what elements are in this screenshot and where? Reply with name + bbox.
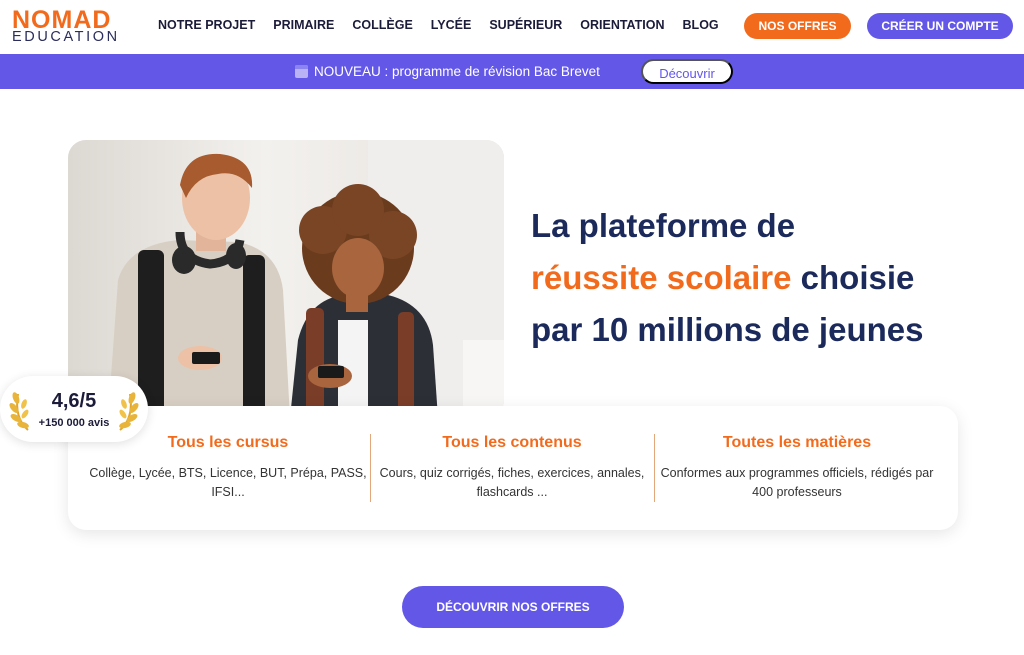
logo-subtitle: EDUCATION — [12, 29, 120, 45]
calendar-icon — [295, 65, 308, 78]
banner-text: NOUVEAU : programme de révision Bac Brev… — [314, 64, 600, 79]
feature-contenus: Tous les contenus Cours, quiz corrigés, … — [372, 434, 652, 502]
nos-offres-button[interactable]: NOS OFFRES — [744, 13, 851, 39]
rating-badge: 4,6/5 +150 000 avis — [0, 376, 148, 442]
site-header: NOMAD EDUCATION NOTRE PROJET PRIMAIRE CO… — [0, 0, 1024, 54]
nav-item-blog[interactable]: BLOG — [683, 18, 719, 32]
hero-title-line2: choisie — [791, 259, 915, 296]
hero-title: La plateforme de réussite scolaire chois… — [531, 200, 1001, 356]
feature-cursus: Tous les cursus Collège, Lycée, BTS, Lic… — [88, 434, 368, 502]
laurel-left-icon — [9, 392, 29, 431]
divider — [370, 434, 371, 502]
feature-title: Tous les contenus — [442, 434, 582, 451]
divider — [654, 434, 655, 502]
hero-image — [68, 140, 504, 418]
nav-item-college[interactable]: COLLÈGE — [352, 18, 412, 32]
creer-compte-button[interactable]: CRÉER UN COMPTE — [867, 13, 1013, 39]
decouvrir-nos-offres-button[interactable]: DÉCOUVRIR NOS OFFRES — [402, 586, 624, 628]
nav-item-superieur[interactable]: SUPÉRIEUR — [489, 18, 562, 32]
main-nav: NOTRE PROJET PRIMAIRE COLLÈGE LYCÉE SUPÉ… — [158, 18, 737, 32]
nav-item-orientation[interactable]: ORIENTATION — [580, 18, 664, 32]
announcement-banner: NOUVEAU : programme de révision Bac Brev… — [0, 54, 1024, 89]
decouvrir-button[interactable]: Découvrir — [641, 59, 733, 84]
nav-item-lycee[interactable]: LYCÉE — [431, 18, 472, 32]
feature-matieres: Toutes les matières Conformes aux progra… — [657, 434, 937, 502]
hero-title-line3: par 10 millions de jeunes — [531, 311, 924, 348]
hero-title-line1: La plateforme de — [531, 207, 796, 244]
nav-item-notre-projet[interactable]: NOTRE PROJET — [158, 18, 255, 32]
rating-score: 4,6/5 — [51, 390, 97, 412]
rating-count: +150 000 avis — [38, 417, 110, 429]
features-card: Tous les cursus Collège, Lycée, BTS, Lic… — [68, 406, 958, 530]
logo[interactable]: NOMAD EDUCATION — [12, 6, 128, 45]
laurel-right-icon — [119, 392, 139, 431]
feature-text: Cours, quiz corrigés, fiches, exercices,… — [379, 466, 645, 499]
feature-title: Toutes les matières — [722, 434, 872, 451]
hero-title-highlight: réussite scolaire — [531, 259, 792, 296]
feature-text: Collège, Lycée, BTS, Licence, BUT, Prépa… — [89, 466, 367, 499]
feature-text: Conformes aux programmes officiels, rédi… — [660, 466, 934, 499]
nav-item-primaire[interactable]: PRIMAIRE — [273, 18, 334, 32]
students-illustration — [68, 140, 504, 418]
